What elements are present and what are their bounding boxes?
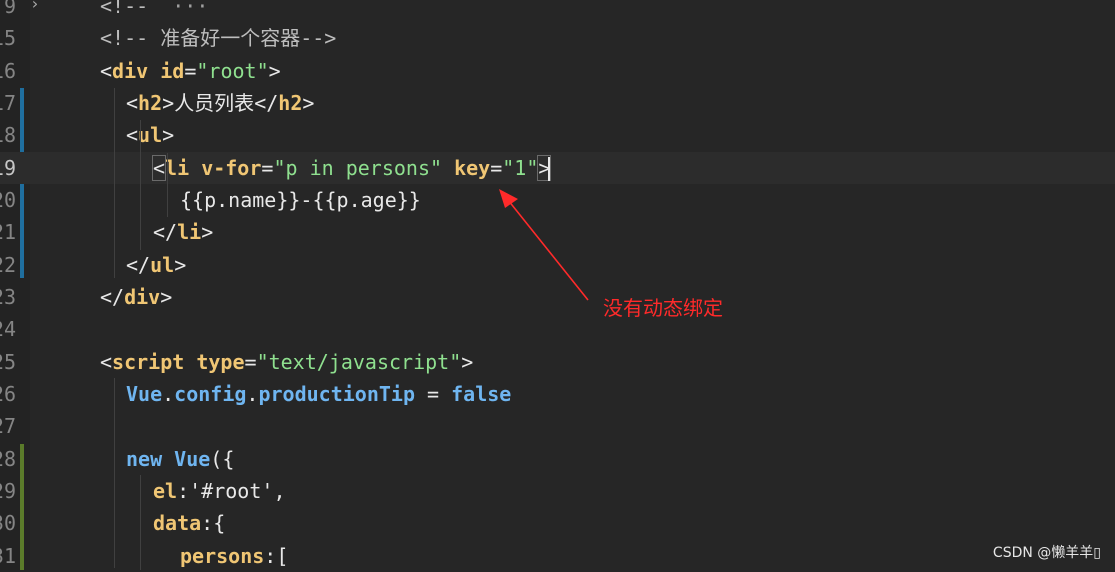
annotation-label: 没有动态绑定 [603, 296, 723, 320]
annotation-arrow [499, 189, 589, 301]
watermark: CSDN @懒羊羊▯ [992, 545, 1101, 561]
